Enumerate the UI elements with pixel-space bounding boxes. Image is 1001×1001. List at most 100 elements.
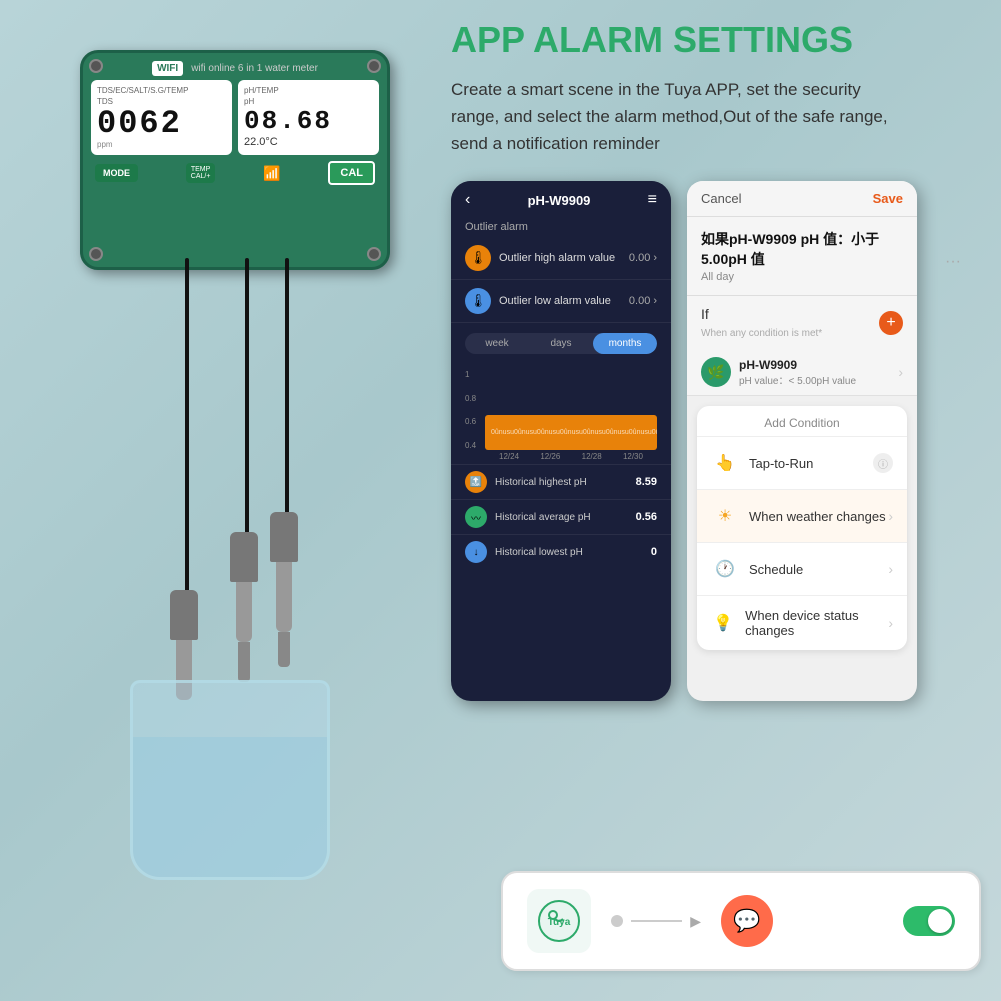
y-label-3: 0.6 — [465, 417, 476, 426]
hist-value-1: 0.56 — [636, 511, 657, 523]
hist-value-2: 0 — [651, 546, 657, 558]
alarm-high-row[interactable]: 🌡 Outlier high alarm value 0.00 › — [451, 237, 671, 280]
arrow-icon: ▶ — [690, 913, 701, 930]
alarm-high-value: 0.00 › — [629, 252, 657, 264]
x-label-2: 12/26 — [540, 452, 560, 461]
ph-label: pH/TEMP — [244, 86, 373, 95]
temp-value: 22.0°C — [244, 136, 373, 148]
toggle-switch[interactable] — [903, 906, 955, 936]
tap-to-run-row[interactable]: 👆 Tap-to-Run ⓘ — [697, 437, 907, 490]
tap-icon: 👆 — [711, 449, 739, 477]
if-label: If — [701, 306, 822, 322]
hist-icon-2: ↓ — [465, 541, 487, 563]
time-selector: week days months — [465, 333, 657, 354]
cancel-button[interactable]: Cancel — [701, 191, 741, 206]
chart-bar: 0ûnusu0ûnusu0ûnusu0ûnusu0ûnusu0ûnusu0ûnu… — [485, 415, 657, 450]
days-btn[interactable]: days — [529, 333, 593, 354]
cal-button[interactable]: CAL — [328, 161, 375, 185]
wifi-icon: 📶 — [263, 165, 280, 182]
water-glass — [110, 650, 360, 880]
probe-2 — [236, 582, 252, 642]
meter-buttons: MODE TEMPCAL/+ 📶 CAL — [91, 161, 379, 185]
x-label-3: 12/28 — [582, 452, 602, 461]
probe-3 — [276, 562, 292, 632]
glass-container — [130, 680, 330, 880]
weather-changes-label: When weather changes — [749, 509, 886, 524]
hist-label-2: Historical lowest pH — [495, 547, 583, 558]
device-status-icon: 💡 — [711, 609, 735, 637]
add-condition-icon[interactable]: + — [879, 311, 903, 335]
weather-chevron: › — [888, 508, 893, 524]
device-row[interactable]: 🌿 pH-W9909 pH value：< 5.00pH value › — [687, 349, 917, 396]
chart-y-labels: 1 0.8 0.6 0.4 — [465, 370, 476, 450]
menu-icon[interactable]: ≡ — [648, 191, 657, 209]
schedule-label: Schedule — [749, 562, 803, 577]
connector-2 — [230, 532, 258, 582]
back-icon[interactable]: ‹ — [465, 191, 470, 209]
chart-bar-container: 0ûnusu0ûnusu0ûnusu0ûnusu0ûnusu0ûnusu0ûnu… — [485, 370, 657, 450]
hist-left-0: 🔝 Historical highest pH — [465, 471, 587, 493]
mode-button[interactable]: MODE — [95, 164, 138, 182]
toggle-knob — [928, 909, 952, 933]
screw-tr — [367, 59, 381, 73]
y-label-1: 1 — [465, 370, 476, 379]
alarm-low-icon: 🌡 — [465, 288, 491, 314]
alarm-low-left: 🌡 Outlier low alarm value — [465, 288, 611, 314]
hist-label-0: Historical highest pH — [495, 477, 587, 488]
y-label-4: 0.4 — [465, 441, 476, 450]
device-status-left: 💡 When device status changes — [711, 608, 888, 638]
device-status-row[interactable]: 💡 When device status changes › — [697, 596, 907, 650]
add-condition-title: Add Condition — [697, 406, 907, 437]
hist-icon-0: 🔝 — [465, 471, 487, 493]
x-label-4: 12/30 — [623, 452, 643, 461]
glass-water — [133, 737, 327, 877]
wifi-label: WIFI — [152, 61, 183, 76]
schedule-left: 🕐 Schedule — [711, 555, 803, 583]
if-section: If When any condition is met* + — [687, 296, 917, 349]
screw-bl — [89, 247, 103, 261]
tap-info-icon: ⓘ — [873, 453, 893, 473]
bottom-automation-card: Tuya ▶ 💬 — [501, 871, 981, 971]
phone-left-title: pH-W9909 — [528, 193, 591, 208]
probe-wire-left — [185, 258, 189, 598]
weather-left: ☀ When weather changes — [711, 502, 886, 530]
if-subtitle: When any condition is met* — [701, 328, 822, 339]
alarm-high-label: Outlier high alarm value — [499, 252, 615, 264]
condition-header: Cancel Save — [687, 181, 917, 217]
chart-bar-text: 0ûnusu0ûnusu0ûnusu0ûnusu0ûnusu0ûnusu0ûnu… — [491, 429, 657, 436]
weather-changes-row[interactable]: ☀ When weather changes › — [697, 490, 907, 543]
chart-x-labels: 12/24 12/26 12/28 12/30 — [465, 450, 657, 461]
phones-row: ‹ pH-W9909 ≡ Outlier alarm 🌡 Outlier hig… — [451, 181, 981, 701]
phone-right: Cancel Save 如果pH-W9909 pH 值：小于5.00pH 值 A… — [687, 181, 917, 701]
screw-tl — [89, 59, 103, 73]
device-status-label: When device status changes — [745, 608, 888, 638]
save-button[interactable]: Save — [873, 191, 903, 206]
alarm-low-row[interactable]: 🌡 Outlier low alarm value 0.00 › — [451, 280, 671, 323]
device-status-chevron: › — [888, 615, 893, 631]
x-label-1: 12/24 — [499, 452, 519, 461]
connector-1 — [170, 590, 198, 640]
alarm-high-icon: 🌡 — [465, 245, 491, 271]
alarm-high-left: 🌡 Outlier high alarm value — [465, 245, 615, 271]
months-btn[interactable]: months — [593, 333, 657, 354]
condition-subtitle: All day — [701, 271, 903, 283]
meter-displays: TDS/EC/SALT/S.G/TEMP TDS 0062 ppm pH/TEM… — [91, 80, 379, 155]
device-left: 🌿 pH-W9909 pH value：< 5.00pH value — [701, 357, 856, 387]
arrow-line — [631, 920, 682, 922]
hist-row-1: 〰 Historical average pH 0.56 — [451, 499, 671, 534]
temp-cal-button[interactable]: TEMPCAL/+ — [186, 163, 216, 183]
week-btn[interactable]: week — [465, 333, 529, 354]
condition-title: 如果pH-W9909 pH 值：小于5.00pH 值 — [701, 229, 903, 269]
tds-label: TDS/EC/SALT/S.G/TEMP — [97, 86, 226, 95]
schedule-icon: 🕐 — [711, 555, 739, 583]
hist-row-0: 🔝 Historical highest pH 8.59 — [451, 464, 671, 499]
tap-label: Tap-to-Run — [749, 456, 813, 471]
device-icon: 🌿 — [701, 357, 731, 387]
schedule-row[interactable]: 🕐 Schedule › — [697, 543, 907, 596]
meter-device: WIFI wifi online 6 in 1 water meter TDS/… — [80, 50, 390, 270]
tuya-logo: Tuya — [527, 889, 591, 953]
chart-area: 1 0.8 0.6 0.4 0ûnusu0ûnusu0ûnusu0ûnusu0û… — [451, 364, 671, 464]
hist-icon-1: 〰 — [465, 506, 487, 528]
ph-display: pH/TEMP pH 08.68 22.0°C — [238, 80, 379, 155]
phone-left-header: ‹ pH-W9909 ≡ — [451, 181, 671, 215]
